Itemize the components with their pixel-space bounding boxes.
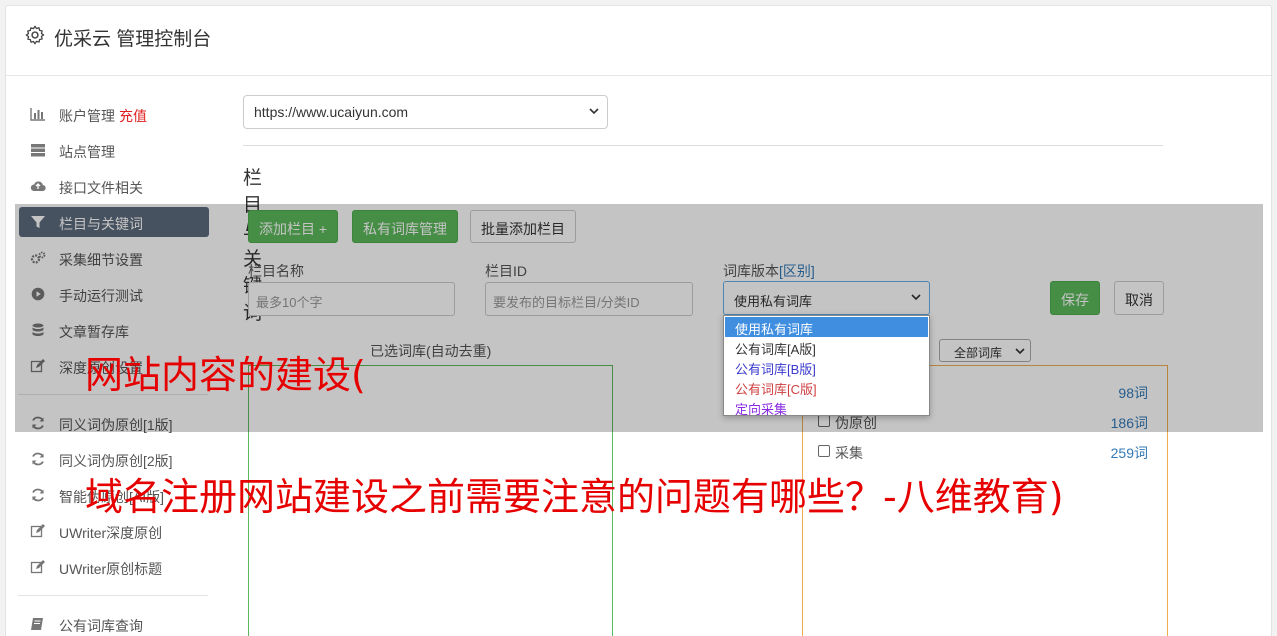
dropdown-option[interactable]: 公有词库[C版] [725,377,928,397]
panel-header: 优采云 管理控制台 [6,6,1271,76]
refresh-icon [32,452,44,466]
sidebar-item-account[interactable]: 账户管理 充值 [19,99,209,129]
lib-name: 采集 [835,445,863,461]
dropdown-option[interactable]: 使用私有词库 [725,317,928,337]
chevron-down-icon [589,108,599,115]
sidebar-item-label: 接口文件相关 [59,180,143,196]
bar-chart-icon [30,108,45,121]
sidebar-item-sites[interactable]: 站点管理 [19,135,209,165]
section-divider [243,145,1163,146]
sidebar-item-label: 站点管理 [59,144,115,160]
site-select-value: https://www.ucaiyun.com [254,104,409,120]
gear-icon [25,25,45,45]
sidebar-item-label: UWriter原创标题 [59,561,163,577]
lib-version-dropdown[interactable]: 使用私有词库 公有词库[A版] 公有词库[B版] 公有词库[C版] 定向采集 [723,315,930,417]
sidebar-item-interface[interactable]: 接口文件相关 [19,171,209,201]
sidebar-item-public-lib[interactable]: 公有词库查询 [19,609,209,636]
dropdown-option[interactable]: 公有词库[B版] [725,357,928,377]
dropdown-option[interactable]: 公有词库[A版] [725,337,928,357]
page-title: 优采云 管理控制台 [54,29,212,50]
dropdown-option[interactable]: 定向采集 [725,397,928,417]
sidebar-item-label: 公有词库查询 [59,618,143,634]
watermark-line-1: 网站内容的建设( [85,353,366,397]
server-icon [31,144,45,157]
watermark-line-2: 域名注册网站建设之前需要注意的问题有哪些？-八维教育) [85,475,1064,519]
sidebar-divider [18,595,208,596]
recharge-link[interactable]: 充值 [119,108,147,124]
sidebar-item-uwriter-title[interactable]: UWriter原创标题 [19,552,209,582]
edit-icon [30,560,45,574]
refresh-icon [32,488,44,502]
sidebar-item-label: 账户管理 [59,108,115,124]
checkbox[interactable] [818,445,830,457]
lib-count: 259词 [1110,445,1148,461]
book-icon [31,618,43,630]
site-select[interactable]: https://www.ucaiyun.com [243,95,608,129]
list-item[interactable]: 采集 259词 [818,443,1150,463]
sidebar-item-label: UWriter深度原创 [59,525,163,541]
edit-icon [30,524,45,538]
cloud-upload-icon [30,181,46,192]
